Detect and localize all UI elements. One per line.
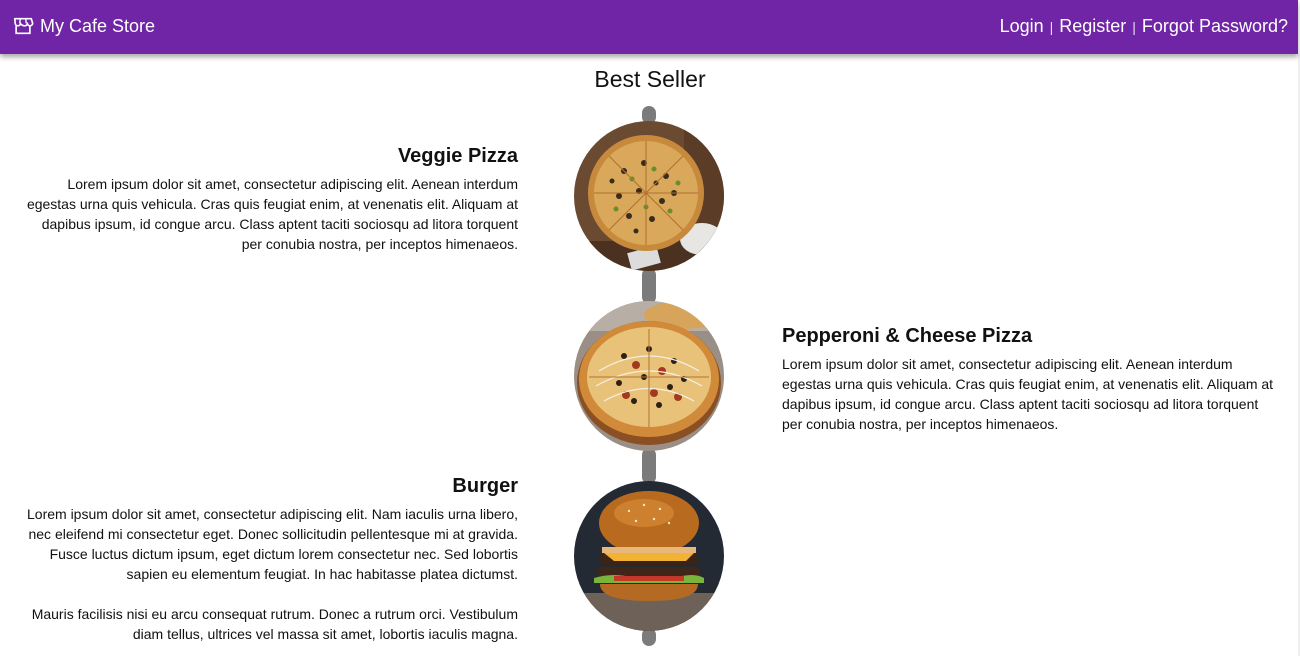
burger-image [574, 481, 724, 631]
item-title: Pepperoni & Cheese Pizza [782, 325, 1033, 347]
store-icon [12, 15, 34, 37]
timeline-line [642, 268, 656, 304]
forgot-password-link[interactable]: Forgot Password? [1142, 16, 1288, 37]
brand-title: My Cafe Store [40, 15, 156, 36]
item-description: Lorem ipsum dolor sit amet, consectetur … [27, 506, 518, 582]
nav-separator: | [1049, 18, 1054, 35]
menu-item-burger: Burger Lorem ipsum dolor sit amet, conse… [18, 474, 518, 644]
item-description: Lorem ipsum dolor sit amet, consectetur … [26, 176, 518, 252]
register-link[interactable]: Register [1059, 16, 1126, 37]
pepperoni-pizza-image [574, 301, 724, 451]
timeline-line [642, 448, 656, 484]
page-title: Best Seller [594, 66, 706, 92]
menu-item-veggie-pizza: Veggie Pizza Lorem ipsum dolor sit amet,… [18, 144, 518, 254]
item-title: Veggie Pizza [397, 145, 518, 167]
auth-nav: Login | Register | Forgot Password? [1000, 16, 1288, 37]
menu-item-pepperoni-cheese-pizza: Pepperoni & Cheese Pizza Lorem ipsum dol… [782, 324, 1282, 434]
brand[interactable]: My Cafe Store [12, 15, 155, 37]
item-description: Mauris facilisis nisi eu arcu consequat … [31, 606, 518, 642]
top-toolbar: My Cafe Store Login | Register | Forgot … [0, 0, 1298, 54]
login-link[interactable]: Login [1000, 16, 1044, 37]
veggie-pizza-image [574, 121, 724, 271]
item-title: Burger [452, 475, 518, 497]
nav-separator: | [1132, 18, 1136, 35]
item-description: Lorem ipsum dolor sit amet, consectetur … [782, 356, 1274, 432]
